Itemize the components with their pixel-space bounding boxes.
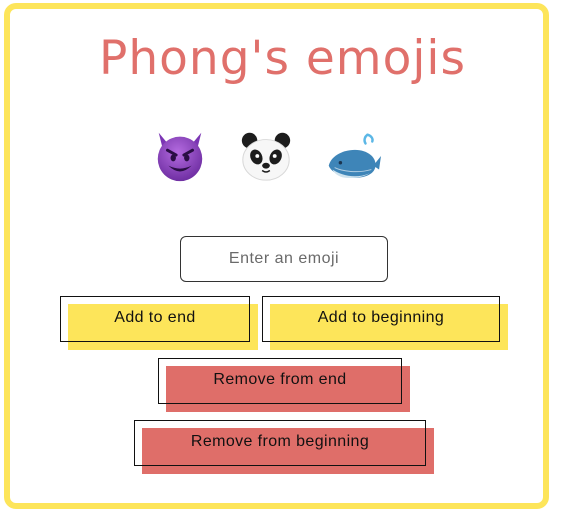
emoji-input[interactable]: [180, 236, 388, 282]
page-title: Phong's emojis: [99, 31, 466, 86]
add-to-beginning-label: Add to beginning: [317, 309, 445, 326]
remove-from-beginning-label: Remove from beginning: [190, 433, 370, 450]
panda-face-icon: [241, 132, 291, 181]
add-to-end-button[interactable]: Add to end: [60, 296, 258, 350]
remove-from-end-label: Remove from end: [213, 371, 347, 388]
add-to-beginning-button[interactable]: Add to beginning: [262, 296, 508, 350]
smiling-imp-icon: [157, 132, 203, 182]
add-to-end-label: Add to end: [114, 309, 196, 326]
remove-from-end-button[interactable]: Remove from end: [158, 358, 410, 412]
remove-from-beginning-button[interactable]: Remove from beginning: [134, 420, 434, 474]
whale-icon: [328, 133, 381, 179]
app-frame: Phong's emojis Enter an emoji Add to end…: [4, 3, 549, 509]
emoji-list: [151, 127, 381, 185]
